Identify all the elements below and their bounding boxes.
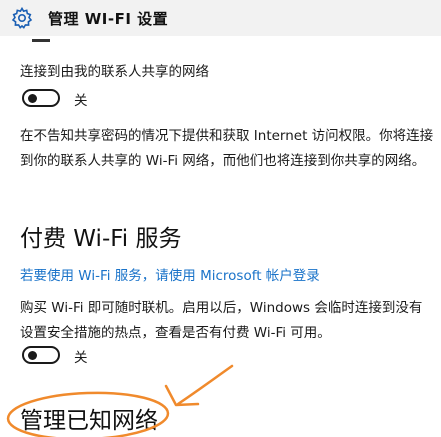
annotation-arrow [176,364,234,406]
contacts-share-toggle[interactable] [22,89,60,107]
contacts-share-label: 连接到由我的联系人共享的网络 [20,64,209,80]
paid-wifi-toggle-state: 关 [74,350,88,366]
toggle-knob [28,94,37,103]
microsoft-account-login-link[interactable]: 若要使用 Wi-Fi 服务，请使用 Microsoft 帐户登录 [20,264,320,284]
paid-wifi-description: 购买 Wi-Fi 即可随时联机。启用以后，Windows 会临时连接到没有设置安… [20,300,423,341]
paid-wifi-section-title: 付费 Wi-Fi 服务 [20,226,182,252]
annotation-arrowhead [164,384,200,407]
contacts-share-description: 在不告知共享密码的情况下提供和获取 Internet 访问权限。你将连接到你的联… [20,128,434,169]
toggle-knob [28,351,37,360]
wifi-settings-page: 管理 WI-FI 设置 连接到由我的联系人共享的网络 关 在不告知共享密码的情况… [0,0,441,437]
toggle-remnant [32,39,50,42]
settings-header: 管理 WI-FI 设置 [0,0,441,36]
page-title: 管理 WI-FI 设置 [48,10,169,28]
gear-icon[interactable] [10,6,34,30]
contacts-share-toggle-state: 关 [74,93,88,109]
manage-known-networks-link[interactable]: 管理已知网络 [20,401,158,435]
paid-wifi-toggle[interactable] [22,346,60,364]
